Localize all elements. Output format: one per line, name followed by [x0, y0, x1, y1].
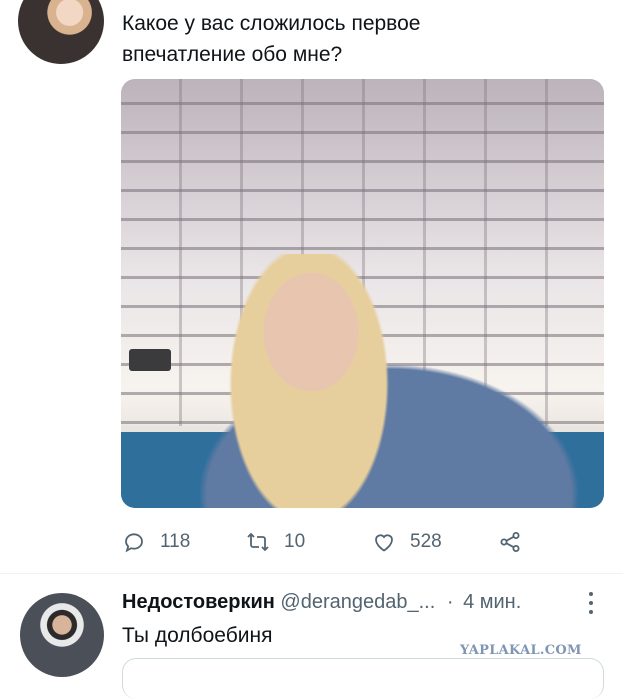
like-button[interactable]: 528 [372, 528, 442, 556]
retweet-count: 10 [284, 531, 306, 552]
reply-author-handle[interactable]: @derangedab_... [280, 591, 435, 613]
tweet-divider [0, 573, 623, 574]
wall-socket [129, 349, 171, 371]
like-count: 528 [410, 531, 442, 552]
reply-author-name[interactable]: Недостоверкин [122, 591, 275, 613]
reply-time[interactable]: 4 мин. [463, 591, 521, 613]
heart-icon [375, 534, 393, 552]
reply-count: 118 [160, 531, 191, 552]
author-avatar[interactable] [18, 0, 104, 64]
share-icon [500, 532, 520, 552]
dot [589, 601, 593, 605]
photo-person [179, 254, 599, 508]
tweet-photo[interactable] [121, 79, 604, 508]
tweet-text-line-1: Какое у вас сложилось первое [122, 12, 421, 35]
reply-separator: · [446, 591, 454, 613]
retweet-icon [247, 532, 269, 552]
retweet-button[interactable]: 10 [246, 528, 305, 556]
reply-header: Недостоверкин @derangedab_... · 4 мин. [122, 591, 602, 617]
dot [589, 610, 593, 614]
quoted-tweet-card[interactable] [122, 658, 604, 699]
reply-text: Ты долбоебиня [122, 624, 273, 647]
tweet-text-line-2: впечатление обо мне? [122, 43, 343, 66]
tweet-actions: 118 10 528 [122, 528, 602, 556]
speech-bubble-icon [125, 533, 143, 553]
vertical-dots-icon[interactable] [586, 592, 596, 614]
tweet-text: Какое у вас сложилось первое впечатление… [122, 8, 602, 70]
reply-button[interactable]: 118 [122, 528, 190, 556]
reply-author-avatar[interactable] [20, 593, 104, 677]
watermark: YAPLAKAL.COM [460, 643, 582, 658]
share-button[interactable] [498, 528, 522, 556]
dot [589, 592, 593, 596]
